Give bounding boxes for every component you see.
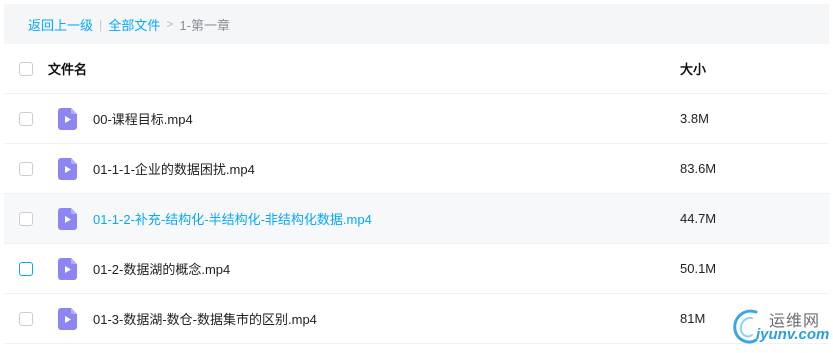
watermark-en-text: iyunv.com: [756, 326, 830, 343]
table-row[interactable]: 01-1-1-企业的数据困扰.mp4 83.6M: [4, 144, 829, 194]
breadcrumb-arrow: >: [166, 17, 174, 31]
video-file-icon: [58, 257, 77, 280]
table-row[interactable]: 01-3-数据湖-数仓-数据集市的区别.mp4 81M: [4, 294, 829, 344]
breadcrumb: 返回上一级 | 全部文件 > 1-第一章: [4, 4, 829, 44]
breadcrumb-current: 1-第一章: [179, 17, 230, 33]
column-header-size[interactable]: 大小: [680, 59, 706, 78]
file-name[interactable]: 01-1-1-企业的数据困扰.mp4: [93, 159, 255, 178]
video-file-icon: [58, 107, 77, 130]
file-size: 44.7M: [680, 211, 717, 226]
table-row[interactable]: 01-1-2-补充-结构化-半结构化-非结构化数据.mp4 44.7M: [4, 194, 829, 244]
video-file-icon: [58, 157, 77, 180]
file-size: 83.6M: [680, 161, 717, 176]
row-checkbox[interactable]: [19, 211, 33, 226]
file-size: 50.1M: [680, 261, 717, 276]
breadcrumb-separator: |: [99, 16, 103, 32]
all-files-link[interactable]: 全部文件: [108, 15, 160, 34]
row-checkbox[interactable]: [19, 161, 33, 176]
watermark-logo: 运维网 iyunv.com: [726, 304, 831, 350]
file-name[interactable]: 00-课程目标.mp4: [93, 109, 193, 128]
file-name[interactable]: 01-3-数据湖-数仓-数据集市的区别.mp4: [93, 309, 317, 328]
file-name[interactable]: 01-1-2-补充-结构化-半结构化-非结构化数据.mp4: [93, 209, 372, 228]
row-checkbox[interactable]: [19, 261, 33, 276]
table-row[interactable]: 01-2-数据湖的概念.mp4 50.1M: [4, 244, 829, 294]
column-header-name[interactable]: 文件名: [48, 59, 87, 78]
table-row[interactable]: 00-课程目标.mp4 3.8M: [4, 94, 829, 144]
select-all-checkbox[interactable]: [19, 61, 33, 76]
table-header: 文件名 大小: [4, 44, 829, 94]
video-file-icon: [58, 307, 77, 330]
row-checkbox[interactable]: [19, 111, 33, 126]
file-size: 3.8M: [680, 111, 709, 126]
video-file-icon: [58, 207, 77, 230]
file-name[interactable]: 01-2-数据湖的概念.mp4: [93, 259, 230, 278]
file-size: 81M: [680, 311, 706, 326]
row-checkbox[interactable]: [19, 311, 33, 326]
back-link[interactable]: 返回上一级: [28, 15, 93, 34]
